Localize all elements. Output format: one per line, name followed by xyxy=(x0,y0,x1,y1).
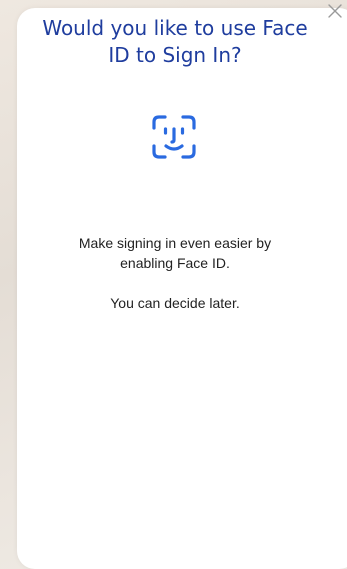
decide-later-text: You can decide later. xyxy=(110,295,240,311)
dialog-title: Would you like to use Face ID to Sign In… xyxy=(42,16,308,67)
close-icon[interactable] xyxy=(326,2,344,20)
dialog-message: Make signing in even easier by enabling … xyxy=(78,235,272,271)
face-id-icon xyxy=(152,115,196,159)
face-id-dialog xyxy=(17,8,347,569)
